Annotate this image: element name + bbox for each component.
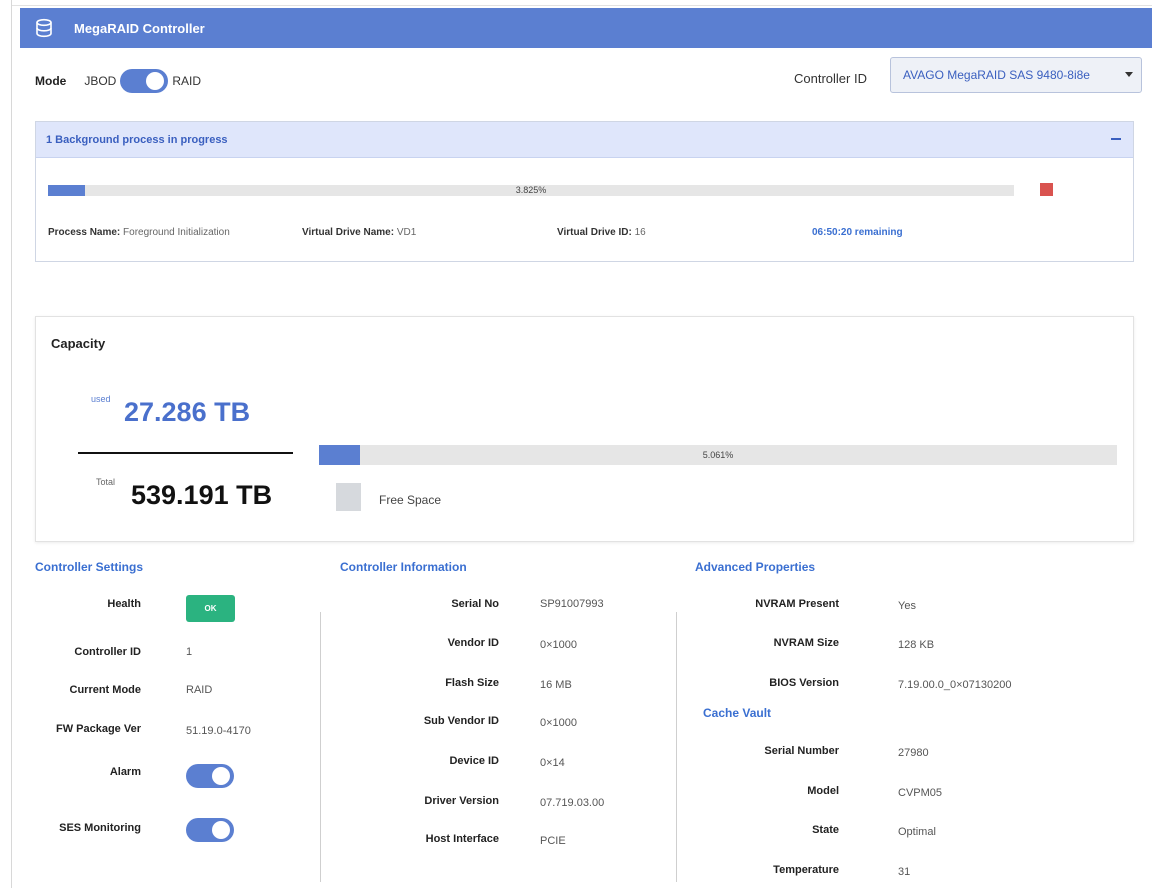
serial-no-label: Serial No xyxy=(451,598,499,610)
free-space-label: Free Space xyxy=(379,493,442,507)
vd-id-label: Virtual Drive ID: xyxy=(557,227,632,238)
fw-package-label: FW Package Ver xyxy=(56,723,141,735)
current-mode-label: Current Mode xyxy=(69,684,142,696)
controller-settings-title: Controller Settings xyxy=(35,560,144,574)
device-id-label: Device ID xyxy=(449,755,499,767)
cv-state-label: State xyxy=(812,824,839,836)
nvram-present-value: Yes xyxy=(898,600,916,612)
health-status-badge: OK xyxy=(186,595,235,622)
process-name-info: Process Name: Foreground Initialization xyxy=(48,227,230,238)
controller-information-title: Controller Information xyxy=(340,560,467,574)
controller-id-row-value: 1 xyxy=(186,646,193,658)
switch-knob xyxy=(146,72,165,90)
stop-process-button[interactable] xyxy=(1040,183,1053,196)
cv-serial-number-value: 27980 xyxy=(898,747,929,759)
flash-size-value: 16 MB xyxy=(540,679,572,691)
vd-id-info: Virtual Drive ID: 16 xyxy=(557,227,646,238)
chevron-down-icon xyxy=(1125,72,1133,77)
toggle-knob xyxy=(212,821,230,839)
cache-vault-title: Cache Vault xyxy=(703,706,772,720)
fw-package-value: 51.19.0-4170 xyxy=(186,725,251,737)
capacity-used-value: 27.286 TB xyxy=(124,397,251,427)
toggle-knob xyxy=(212,767,230,785)
flash-size-label: Flash Size xyxy=(445,677,499,689)
ses-monitoring-toggle[interactable] xyxy=(186,818,234,842)
driver-version-label: Driver Version xyxy=(424,795,499,807)
database-icon xyxy=(34,18,54,38)
background-process-title: 1 Background process in progress xyxy=(46,133,228,146)
background-process-panel: 1 Background process in progress 3.825% … xyxy=(35,121,1134,262)
current-mode-value: RAID xyxy=(186,684,213,696)
controller-id-row-label: Controller ID xyxy=(74,646,141,658)
cv-serial-number-label: Serial Number xyxy=(764,745,839,757)
capacity-divider xyxy=(78,452,293,454)
ses-monitoring-label: SES Monitoring xyxy=(59,822,141,834)
nvram-size-value: 128 KB xyxy=(898,639,935,651)
cv-state-value: Optimal xyxy=(898,826,936,838)
advanced-properties-title: Advanced Properties xyxy=(695,560,816,574)
capacity-total-value: 539.191 TB xyxy=(131,480,273,510)
vendor-id-value: 0×1000 xyxy=(540,639,578,651)
controller-id-selected-value: AVAGO MegaRAID SAS 9480-8i8e xyxy=(903,68,1090,82)
capacity-used-label: used xyxy=(91,394,111,404)
capacity-total-label: Total xyxy=(96,477,116,487)
mode-toggle-row: Mode JBOD RAID xyxy=(35,64,201,98)
column-divider xyxy=(320,612,321,882)
cv-model-label: Model xyxy=(807,785,839,797)
free-space-swatch xyxy=(336,483,361,511)
device-id-value: 0×14 xyxy=(540,757,565,769)
controller-id-select[interactable]: AVAGO MegaRAID SAS 9480-8i8e xyxy=(890,57,1142,93)
health-label: Health xyxy=(107,598,141,610)
alarm-toggle[interactable] xyxy=(186,764,234,788)
cv-temperature-label: Temperature xyxy=(773,864,839,876)
page-header: MegaRAID Controller xyxy=(20,8,1152,48)
controller-id-label: Controller ID xyxy=(794,71,867,86)
sub-vendor-id-label: Sub Vendor ID xyxy=(423,715,499,727)
vd-name-label: Virtual Drive Name: xyxy=(302,227,395,238)
sub-vendor-id-value: 0×1000 xyxy=(540,717,578,729)
capacity-bar-text: 5.061% xyxy=(702,450,734,460)
bios-version-value: 7.19.00.0_0×07130200 xyxy=(898,679,1012,691)
column-divider xyxy=(676,612,677,882)
page-top-border xyxy=(12,0,1152,6)
nvram-size-label: NVRAM Size xyxy=(773,637,839,649)
vd-name-value: VD1 xyxy=(396,227,417,238)
mode-switch[interactable] xyxy=(120,69,169,93)
vendor-id-label: Vendor ID xyxy=(447,637,499,649)
process-name-label: Process Name: xyxy=(48,227,121,238)
vd-id-value: 16 xyxy=(634,227,646,238)
collapse-icon[interactable] xyxy=(1111,138,1121,140)
capacity-bar: 5.061% xyxy=(319,445,1117,465)
mode-label: Mode xyxy=(35,74,67,88)
host-interface-label: Host Interface xyxy=(425,833,499,845)
background-process-header: 1 Background process in progress xyxy=(36,122,1133,158)
cv-temperature-value: 31 xyxy=(898,866,911,878)
capacity-title: Capacity xyxy=(51,336,106,351)
mode-option-jbod: JBOD xyxy=(84,74,117,88)
cv-model-value: CVPM05 xyxy=(898,787,943,799)
capacity-panel: Capacity used 27.286 TB Total 539.191 TB… xyxy=(35,316,1134,542)
background-progress-text: 3.825% xyxy=(515,185,547,195)
alarm-label: Alarm xyxy=(109,766,141,778)
page-left-border xyxy=(0,0,12,888)
bios-version-label: BIOS Version xyxy=(769,677,839,689)
host-interface-value: PCIE xyxy=(540,835,566,847)
serial-no-value: SP91007993 xyxy=(540,598,604,610)
time-remaining: 06:50:20 remaining xyxy=(812,227,903,238)
vd-name-info: Virtual Drive Name: VD1 xyxy=(302,227,416,238)
page-title: MegaRAID Controller xyxy=(74,20,205,36)
nvram-present-label: NVRAM Present xyxy=(755,598,839,610)
driver-version-value: 07.719.03.00 xyxy=(540,797,605,809)
mode-option-raid: RAID xyxy=(172,74,202,88)
background-progress-bar: 3.825% xyxy=(48,185,1014,196)
process-name-value: Foreground Initialization xyxy=(123,227,230,238)
